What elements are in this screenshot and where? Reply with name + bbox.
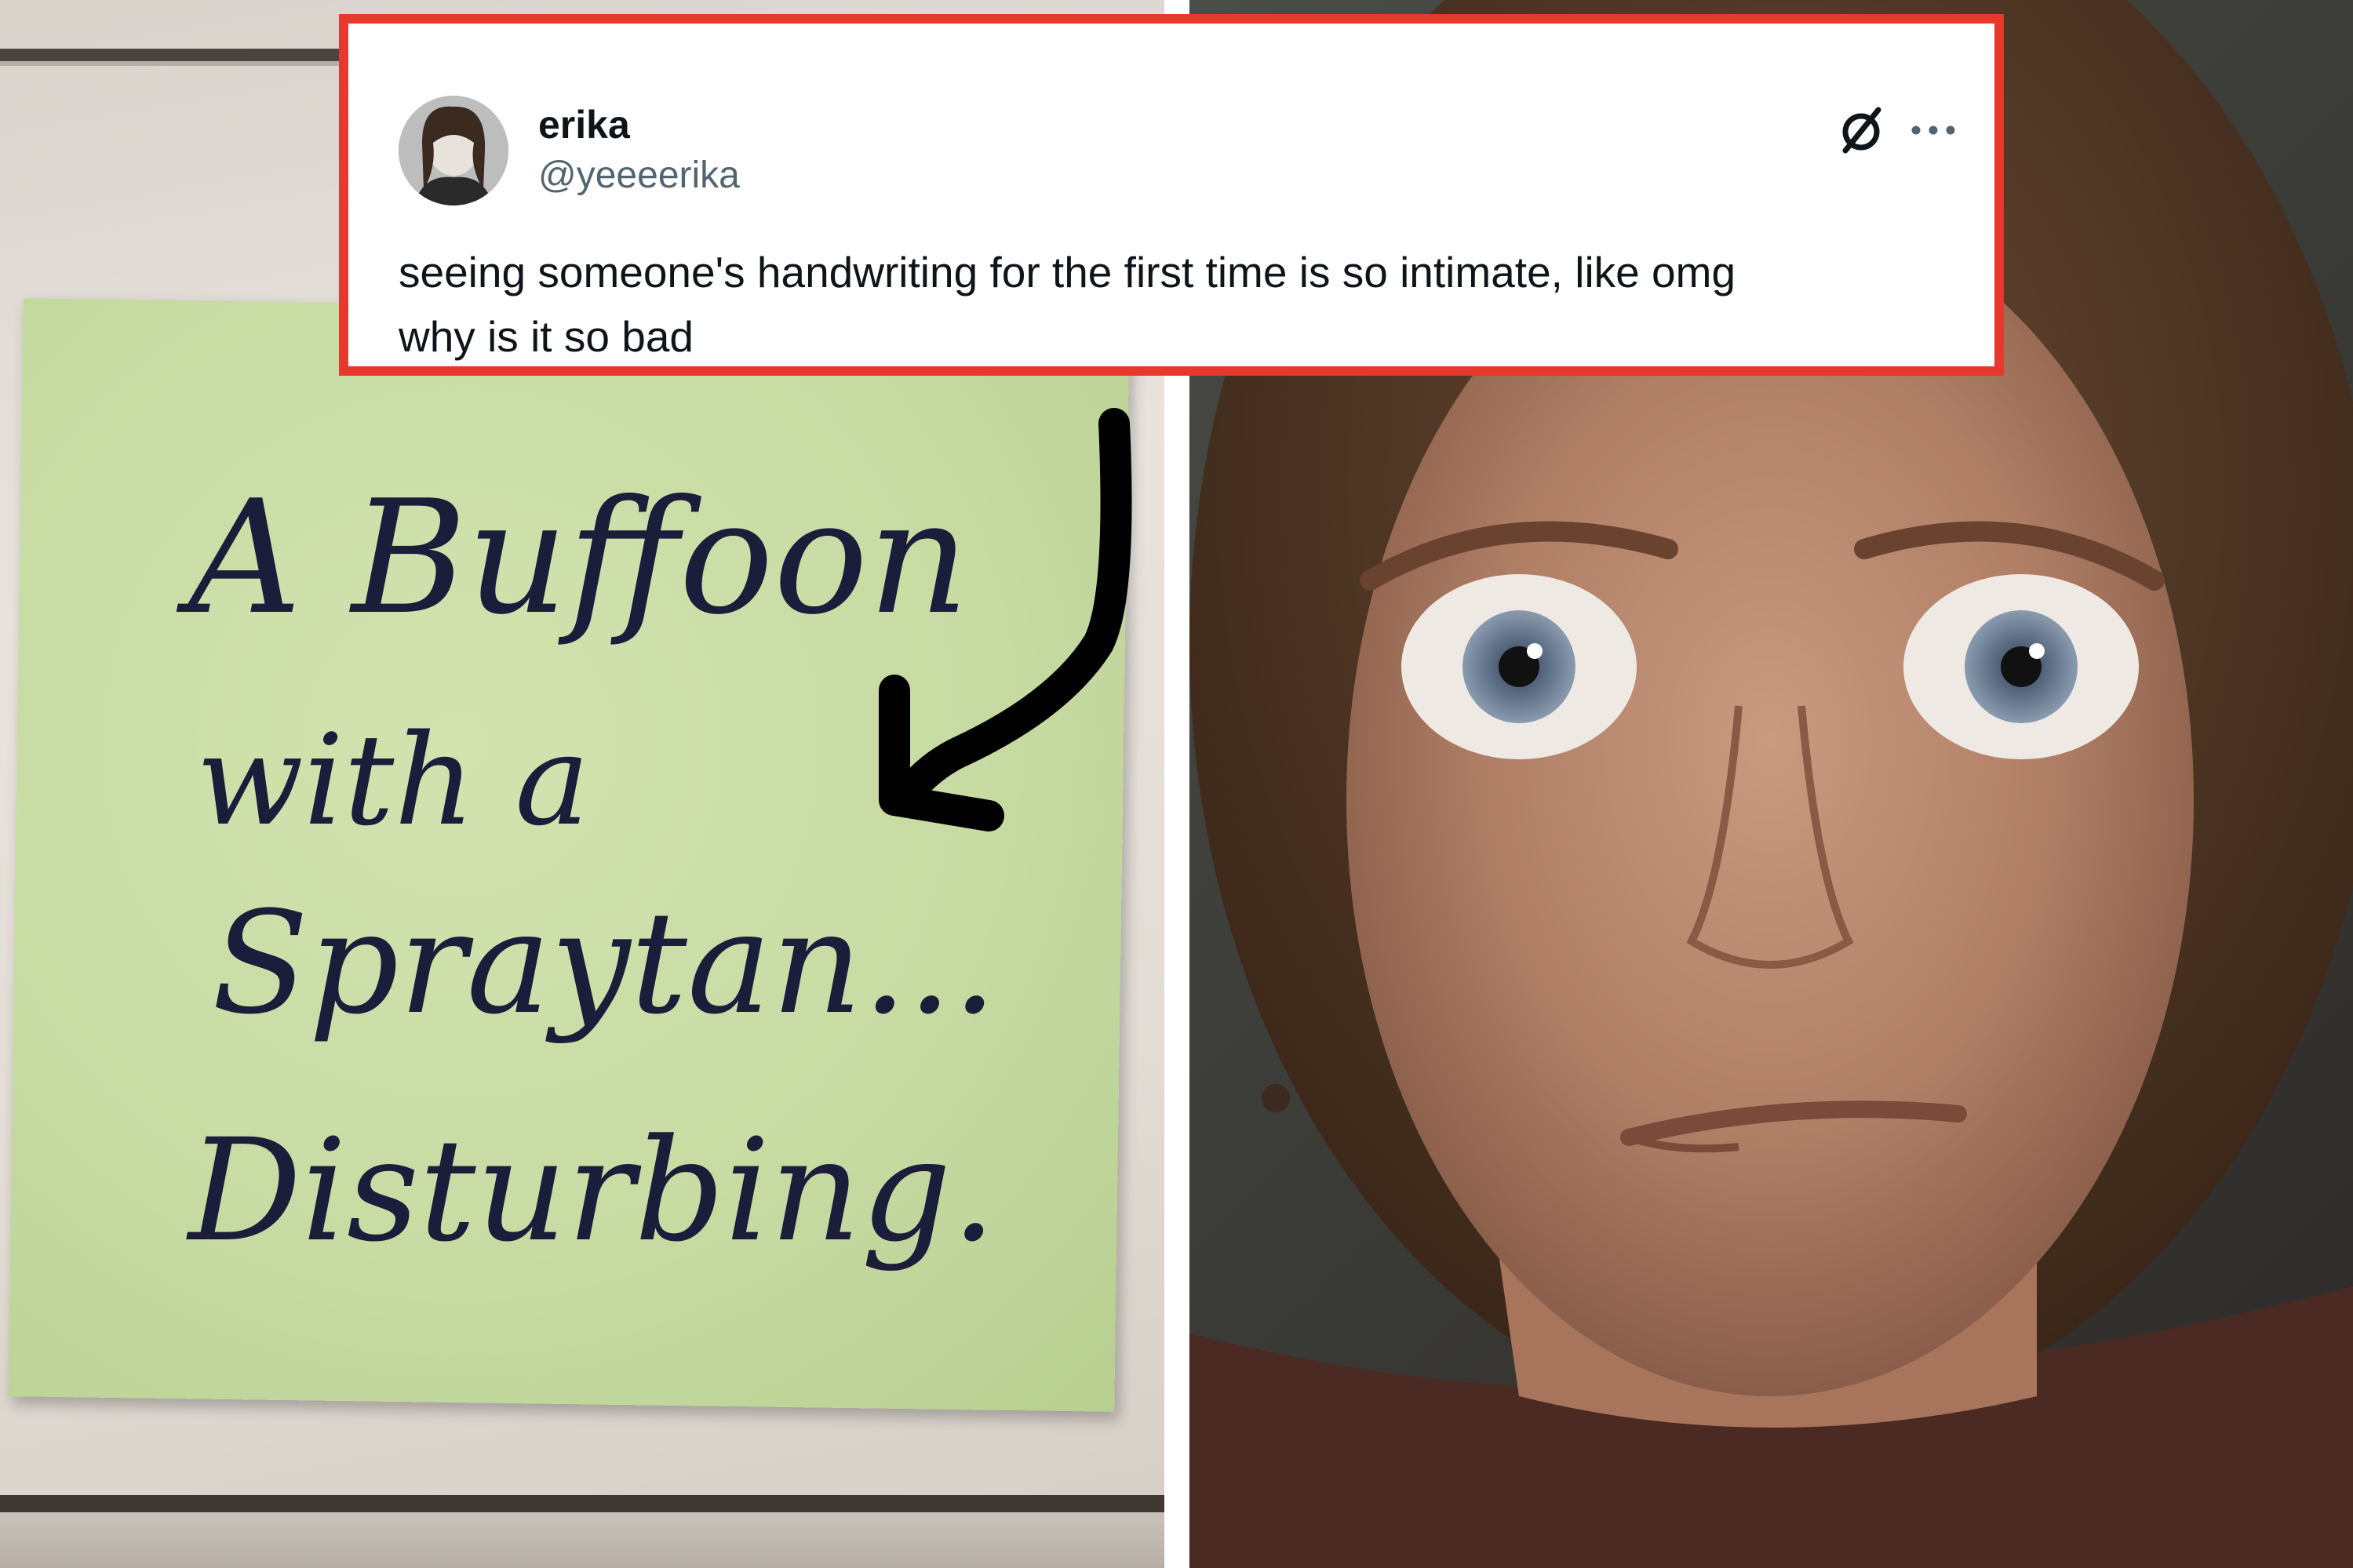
tweet-text-line-1: seeing someone's handwriting for the fir…: [399, 248, 1736, 297]
whiteboard-frame-bottom: [0, 1495, 1164, 1512]
display-name[interactable]: erika: [538, 102, 630, 147]
tweet-text-line-2: why is it so bad: [399, 312, 694, 361]
note-line-2: with a: [196, 707, 590, 853]
more-options-icon[interactable]: [1908, 111, 1958, 149]
profile-photo-icon: [399, 96, 508, 206]
note-line-1: A Buffoon: [176, 467, 969, 649]
note-line-3: Spraytan...: [212, 882, 997, 1046]
avatar[interactable]: [399, 96, 508, 206]
meme-composite: A Buffoon with a Spraytan... Disturbing.: [0, 0, 2353, 1568]
tweet-card: erika @yeeeerika seeing someone's handwr…: [339, 14, 2004, 376]
whiteboard-ledge: [0, 1512, 1164, 1568]
curved-arrow-icon: [879, 408, 1132, 831]
note-line-4: Disturbing.: [186, 1109, 996, 1273]
user-handle[interactable]: @yeeeerika: [538, 154, 740, 197]
tweet-body: seeing someone's handwriting for the fir…: [399, 240, 1976, 369]
x-logo-icon[interactable]: [1833, 102, 1889, 158]
